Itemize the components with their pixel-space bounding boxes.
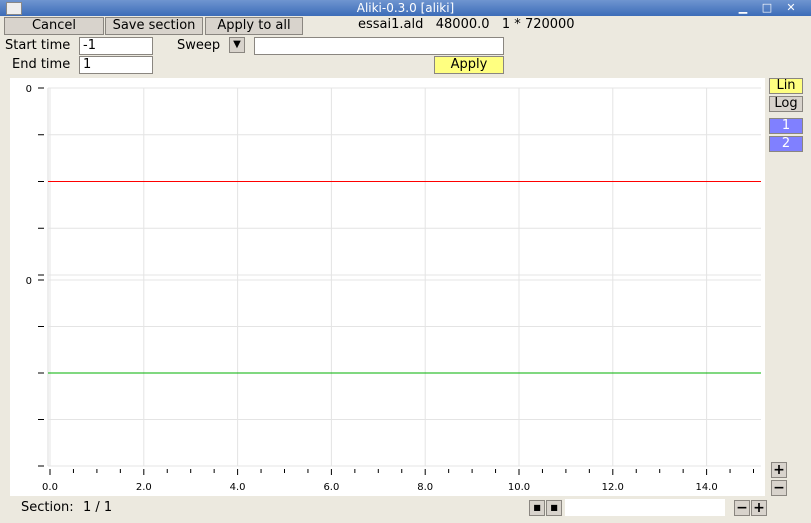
start-time-label: Start time [5, 38, 71, 53]
lin-button[interactable]: Lin [769, 78, 803, 94]
x-tick-label: 14.0 [695, 482, 717, 493]
x-tick-label: 8.0 [417, 482, 433, 493]
end-time-input[interactable]: 1 [79, 56, 153, 74]
section-value: 1 / 1 [83, 500, 113, 515]
sweep-dropdown-icon[interactable]: ▼ [229, 37, 245, 53]
plot-area[interactable]: 0.0 2.0 4.0 6.0 8.0 10.0 12.0 14.0 0 0 [10, 78, 765, 496]
scroll-left-icon[interactable]: ■ [529, 500, 545, 516]
x-tick-label: 0.0 [42, 482, 58, 493]
h-zoom-in-icon[interactable]: + [751, 500, 767, 516]
zoom-in-icon[interactable]: + [771, 462, 787, 478]
channel-1-button[interactable]: 1 [769, 118, 803, 134]
end-time-label: End time [12, 57, 71, 72]
horizontal-scrollbar[interactable] [565, 499, 725, 516]
maximize-icon[interactable]: □ [760, 1, 774, 14]
title-bar: Aliki-0.3.0 [aliki] [0, 0, 811, 16]
x-tick-label: 12.0 [602, 482, 624, 493]
section-label: Section: [21, 500, 74, 515]
file-info: essai1.ald 48000.0 1 * 720000 [358, 17, 575, 32]
x-tick-label: 2.0 [136, 482, 152, 493]
channel-2-button[interactable]: 2 [769, 136, 803, 152]
sweep-label: Sweep [177, 38, 221, 53]
scroll-right-icon[interactable]: ■ [546, 500, 562, 516]
start-time-input[interactable]: -1 [79, 37, 153, 55]
cancel-button[interactable]: Cancel [4, 17, 104, 35]
plot-svg: 0.0 2.0 4.0 6.0 8.0 10.0 12.0 14.0 0 0 [26, 84, 761, 493]
h-zoom-out-icon[interactable]: − [734, 500, 750, 516]
window-menu-icon[interactable] [6, 2, 22, 15]
apply-button[interactable]: Apply [434, 56, 504, 74]
channel-zero-label: 0 [26, 276, 32, 287]
log-button[interactable]: Log [769, 96, 803, 112]
sweep-input[interactable] [254, 37, 504, 55]
zoom-out-icon[interactable]: − [771, 480, 787, 496]
save-section-button[interactable]: Save section [105, 17, 203, 35]
window-title: Aliki-0.3.0 [aliki] [356, 1, 455, 15]
x-tick-label: 6.0 [323, 482, 339, 493]
apply-to-all-button[interactable]: Apply to all [205, 17, 303, 35]
close-icon[interactable]: ✕ [784, 1, 798, 14]
x-tick-label: 10.0 [508, 482, 530, 493]
channel-zero-label: 0 [26, 84, 32, 95]
x-tick-label: 4.0 [230, 482, 246, 493]
minimize-icon[interactable]: ▁ [736, 1, 750, 14]
